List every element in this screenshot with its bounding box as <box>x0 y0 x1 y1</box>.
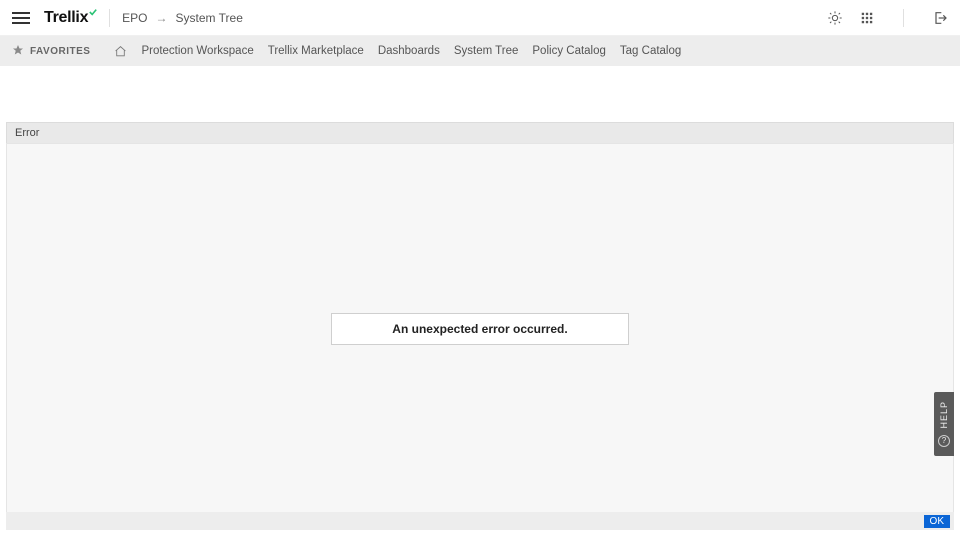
footer-bar: OK <box>6 512 954 530</box>
error-message: An unexpected error occurred. <box>331 313 628 345</box>
breadcrumb: EPO → System Tree <box>122 11 243 25</box>
logo-check-icon <box>89 8 97 16</box>
favorites-label-group: FAVORITES <box>12 44 90 59</box>
header-actions <box>827 9 948 27</box>
main-content: Error An unexpected error occurred. <box>0 122 960 515</box>
divider <box>109 9 110 27</box>
logo-text-1: Trell <box>44 9 75 27</box>
breadcrumb-current[interactable]: System Tree <box>176 11 243 25</box>
logout-icon[interactable] <box>932 10 948 26</box>
logo-text-2: ix <box>75 9 88 27</box>
ok-button[interactable]: OK <box>924 515 950 528</box>
menu-icon[interactable] <box>12 9 30 27</box>
help-label: HELP <box>939 401 949 429</box>
star-icon <box>12 44 24 59</box>
arrow-right-icon: → <box>156 11 168 25</box>
apps-grid-icon[interactable] <box>859 10 875 26</box>
nav-trellix-marketplace[interactable]: Trellix Marketplace <box>268 45 364 57</box>
favorites-label: FAVORITES <box>30 46 90 57</box>
nav-dashboards[interactable]: Dashboards <box>378 45 440 57</box>
breadcrumb-root[interactable]: EPO <box>122 11 147 25</box>
home-icon[interactable] <box>114 45 127 58</box>
help-question-icon: ? <box>938 435 950 447</box>
panel-title: Error <box>6 122 954 143</box>
nav-protection-workspace[interactable]: Protection Workspace <box>141 45 253 57</box>
panel-body: An unexpected error occurred. <box>6 143 954 515</box>
help-tab[interactable]: HELP ? <box>934 392 954 456</box>
nav-tag-catalog[interactable]: Tag Catalog <box>620 45 681 57</box>
app-header: Trellix EPO → System Tree <box>0 0 960 36</box>
nav-system-tree[interactable]: System Tree <box>454 45 519 57</box>
theme-icon[interactable] <box>827 10 843 26</box>
favorites-bar: FAVORITES Protection Workspace Trellix M… <box>0 36 960 66</box>
divider <box>903 9 904 27</box>
nav-policy-catalog[interactable]: Policy Catalog <box>532 45 606 57</box>
app-logo[interactable]: Trellix <box>44 9 97 27</box>
